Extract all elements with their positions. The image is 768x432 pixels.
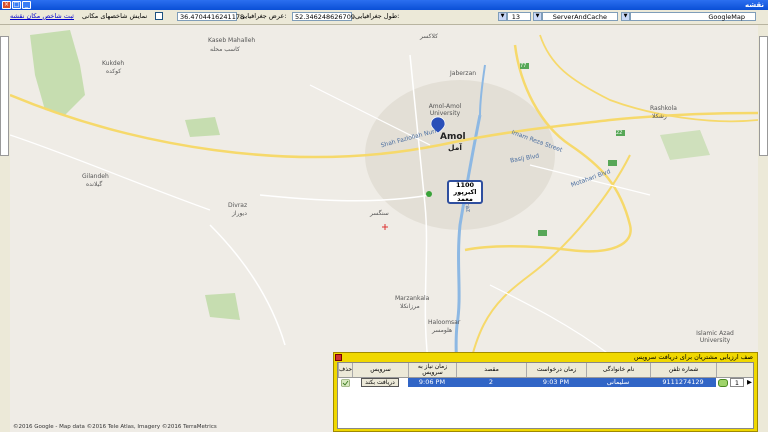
title-bar: × □ _ نقشه	[0, 0, 768, 10]
header-request-time: زمان درخواست	[526, 363, 586, 377]
marker-sub: معمد	[457, 195, 473, 203]
label-amol: Amol	[440, 132, 466, 142]
latitude-label: عرض جغرافیایی:	[240, 12, 287, 20]
vehicle-icon	[426, 191, 432, 197]
header-index	[716, 363, 753, 377]
crosshair	[382, 224, 388, 230]
row-pointer-icon: ▶	[747, 378, 752, 386]
road-shield-22: 22	[616, 130, 623, 136]
longitude-field[interactable]: 52.346248626709	[292, 12, 355, 21]
close-icon[interactable]	[335, 354, 342, 361]
map-source-select[interactable]: GoogleMap	[630, 12, 756, 21]
header-family: نام خانوادگی	[586, 363, 650, 377]
label-marzankala: Marzankala	[395, 295, 430, 302]
label-kukdeh: Kukdeh	[102, 60, 125, 67]
label-amol-fa: آمل	[448, 143, 462, 152]
label-kaseb: Kaseb Mahalleh	[208, 37, 256, 44]
zoom-dropdown-icon[interactable]: ▼	[498, 12, 507, 21]
label-gilandeh-fa: گیلانده	[86, 181, 103, 188]
cache-dropdown-icon[interactable]: ▼	[533, 12, 542, 21]
index-cell: 1	[730, 378, 744, 387]
register-marker-link[interactable]: ثبت شاخص مکان نقشه	[10, 12, 74, 21]
window-controls: × □ _	[2, 1, 31, 9]
header-destination: مقصد	[456, 363, 526, 377]
window-title: نقشه	[744, 1, 764, 9]
right-pan-control[interactable]	[759, 36, 768, 156]
queue-grid: حذف سرویس زمان نیاز به سرویس مقصد زمان د…	[337, 362, 754, 429]
receive-service-button[interactable]: دریافت بکند	[361, 378, 399, 387]
header-need-time: زمان نیاز به سرویس	[408, 363, 456, 377]
show-markers-checkbox[interactable]	[155, 12, 163, 20]
family-cell: سلیمانی	[586, 378, 650, 387]
label-marzankala-fa: مرزانکلا	[400, 303, 420, 310]
service-queue-panel: صف ارزیابی مشتریان برای دریافت سرویس حذف…	[333, 352, 758, 432]
status-icon	[718, 379, 728, 387]
close-icon[interactable]: ×	[2, 1, 11, 9]
label-gilandeh: Gilandeh	[82, 173, 109, 180]
minimize-icon[interactable]: _	[22, 1, 31, 9]
request-time-cell: 9:03 PM	[526, 378, 586, 387]
destination-cell: 2	[456, 378, 526, 387]
toolbar: ثبت شاخص مکان نقشه نمایش شاخصهای مکانی 3…	[0, 10, 768, 25]
header-service: سرویس	[352, 363, 408, 377]
park-area-3	[660, 130, 710, 160]
label-sangesar: سنگسر	[370, 210, 389, 217]
longitude-label: طول جغرافیایی:	[355, 12, 400, 20]
label-haloomsar-fa: هلومسر	[432, 327, 453, 334]
show-markers-label: نمایش شاخصهای مکانی	[82, 12, 148, 20]
source-dropdown-icon[interactable]: ▼	[621, 12, 630, 21]
header-delete: حذف	[338, 363, 352, 377]
phone-cell: 9111274129	[650, 378, 716, 387]
label-jaberzan: Jaberzan	[450, 70, 477, 77]
status-cell	[716, 378, 730, 387]
grid-header: حذف سرویس زمان نیاز به سرویس مقصد زمان د…	[338, 363, 753, 378]
label-divraz: Divraz	[228, 202, 248, 209]
label-rashkola: Rashkola	[650, 105, 677, 112]
zoom-select[interactable]: 13	[507, 12, 531, 21]
need-time-cell: 9:06 PM	[408, 378, 456, 387]
label-amol-university: Amol-Amol University	[428, 103, 462, 117]
park-area	[185, 117, 220, 137]
label-islamic-azad: Islamic Azad University	[696, 330, 734, 344]
maximize-icon[interactable]: □	[12, 1, 21, 9]
panel-title: صف ارزیابی مشتریان برای دریافت سرویس	[634, 353, 753, 361]
map-attribution: ©2016 Google - Map data ©2016 Tele Atlas…	[13, 424, 217, 430]
left-pan-control[interactable]	[0, 36, 9, 156]
delete-icon[interactable]	[340, 378, 350, 387]
label-kaseb-fa: کاسب محله	[210, 46, 240, 53]
label-divraz-fa: دیوراز	[232, 210, 247, 217]
delete-cell[interactable]	[338, 378, 352, 387]
road-shield-77: 77	[520, 63, 527, 69]
park-area-2	[205, 293, 240, 320]
label-rashkola-fa: رشکلا	[652, 113, 667, 120]
forest-area	[30, 30, 85, 115]
label-kalaksar: کلاکسر	[420, 33, 438, 40]
cache-mode-select[interactable]: ServerAndCache	[542, 12, 618, 21]
header-phone: شماره تلفن	[650, 363, 716, 377]
service-cell: دریافت بکند	[354, 378, 406, 387]
label-kukdeh-fa: کوکده	[106, 68, 122, 75]
label-haloomsar: Haloomsar	[428, 319, 461, 326]
vehicle-marker[interactable]: 1100 اکبرپور معمد	[447, 180, 483, 204]
latitude-field[interactable]: 36.4704416241178	[177, 12, 244, 21]
table-row[interactable]: دریافت بکند 9:06 PM 2 9:03 PM سلیمانی 91…	[338, 378, 753, 387]
